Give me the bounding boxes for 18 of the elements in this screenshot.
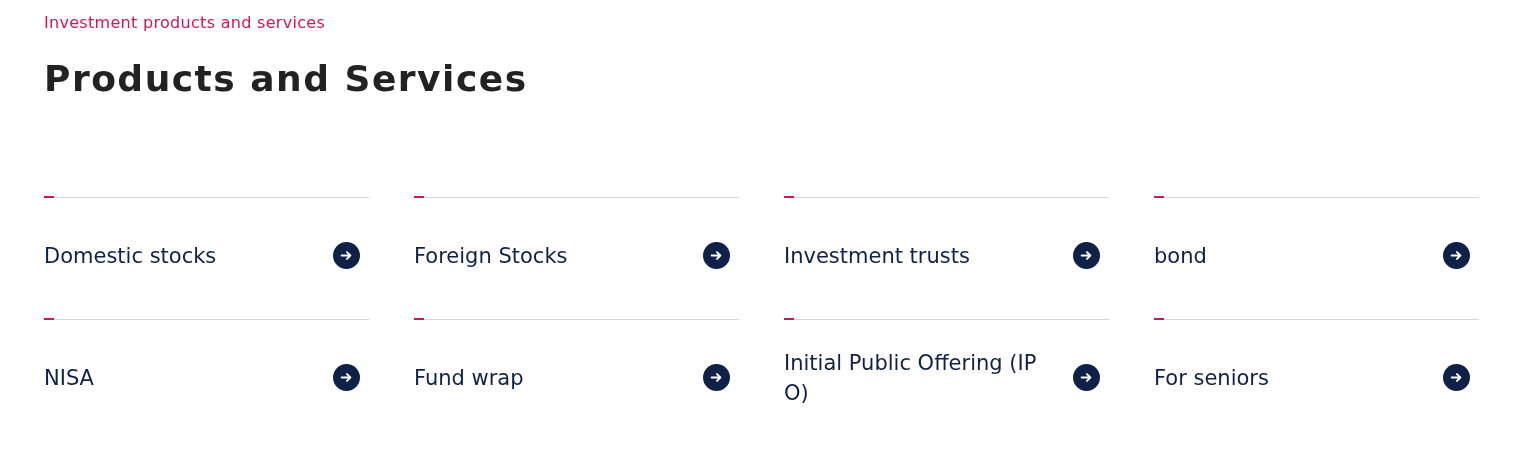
section-heading: Products and Services	[44, 57, 529, 101]
product-link[interactable]: For seniors	[1154, 362, 1419, 393]
product-link[interactable]: Investment trusts	[784, 240, 1049, 271]
product-link[interactable]: NISA	[44, 362, 309, 393]
arrow-right-icon	[1073, 364, 1100, 391]
product-link[interactable]: Foreign Stocks	[414, 240, 679, 271]
arrow-right-icon	[333, 364, 360, 391]
arrow-right-icon	[1443, 364, 1470, 391]
product-link[interactable]: Fund wrap	[414, 362, 679, 393]
arrow-right-icon	[1073, 242, 1100, 269]
arrow-right-icon	[703, 242, 730, 269]
arrow-right-icon	[1443, 242, 1470, 269]
arrow-right-icon	[333, 242, 360, 269]
arrow-right-icon	[703, 364, 730, 391]
section-eyebrow: Investment products and services	[44, 12, 327, 34]
product-link[interactable]: Domestic stocks	[44, 240, 309, 271]
product-link[interactable]: bond	[1154, 240, 1419, 271]
product-link[interactable]: Initial Public Offering (IPO)	[784, 347, 1049, 408]
